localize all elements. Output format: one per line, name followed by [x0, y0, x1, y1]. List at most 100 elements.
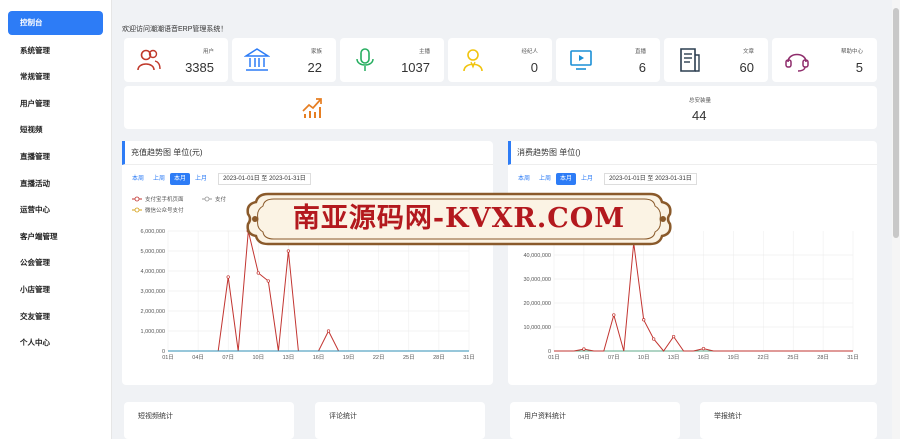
- consume-chart-panel: 消费趋势图 单位() 本周 上周 本月 上月 2023-01-01日 至 202…: [508, 141, 877, 385]
- tab-this-month[interactable]: 本月: [170, 173, 191, 185]
- x-tick-label: 16日: [313, 354, 325, 361]
- agent-icon: [463, 49, 483, 72]
- date-range-picker[interactable]: 2023-01-01日 至 2023-01-31日: [604, 173, 697, 185]
- trend-up-icon: [302, 98, 322, 118]
- stat-card-live[interactable]: 直播 6: [556, 38, 660, 82]
- x-tick-label: 25日: [787, 354, 799, 361]
- data-point: [256, 271, 260, 275]
- legend-marker: [134, 207, 140, 213]
- y-tick-label: 40,000,000: [523, 253, 551, 259]
- card-title: 短视频统计: [138, 413, 173, 420]
- panel-title: 消费趋势图 单位(): [508, 141, 877, 165]
- legend-marker: [134, 196, 140, 202]
- welcome-message: 欢迎访问潮潮语音ERP管理系统！: [122, 26, 228, 33]
- tab-this-week[interactable]: 本周: [514, 173, 534, 185]
- sidebar-item-dashboard[interactable]: 控制台: [8, 11, 103, 35]
- stat-card-help[interactable]: 帮助中心 5: [772, 38, 877, 82]
- data-point: [326, 329, 331, 333]
- stat-value: 3385: [185, 60, 214, 75]
- watermark-text: 南亚源码网-KVXR.COM: [292, 203, 626, 234]
- legend-label: 微信公众号支付: [145, 206, 184, 214]
- stat-label: 家族: [310, 49, 322, 55]
- stat-value: 5: [855, 60, 863, 75]
- x-tick-label: 04日: [578, 354, 590, 361]
- data-point: [701, 346, 706, 351]
- sidebar-item-profile[interactable]: 个人中心: [8, 330, 103, 357]
- y-tick-label: 30,000,000: [523, 277, 551, 283]
- tab-last-month[interactable]: 上月: [577, 173, 597, 185]
- page-scrollbar[interactable]: [892, 0, 900, 439]
- data-point: [642, 318, 646, 322]
- recharge-tabs: 本周 上周 本月 上月 2023-01-01日 至 2023-01-31日: [128, 172, 311, 186]
- tab-last-week[interactable]: 上周: [535, 173, 555, 185]
- sidebar-item-social[interactable]: 交友管理: [8, 304, 103, 331]
- stat-value: 22: [307, 60, 322, 75]
- sidebar: 控制台 系统管理 常规管理 用户管理 短视频 直播管理 直播活动 运营中心 客户…: [0, 0, 112, 439]
- y-tick-label: 20,000,000: [523, 301, 551, 307]
- stat-label: 经纪人: [521, 49, 538, 55]
- x-tick-label: 19日: [728, 354, 740, 361]
- x-tick-label: 07日: [222, 354, 234, 361]
- sidebar-item-general[interactable]: 常规管理: [8, 64, 103, 91]
- stat-label: 帮助中心: [840, 49, 863, 55]
- stat-card-installs[interactable]: 总安装量 44: [124, 86, 877, 129]
- stat-card-anchors[interactable]: 主播 1037: [340, 38, 444, 82]
- tab-last-month[interactable]: 上月: [191, 173, 211, 185]
- y-tick-label: 6,000,000: [141, 229, 165, 235]
- watermark-banner: 南亚源码网-KVXR.COM: [246, 190, 672, 248]
- tab-last-week[interactable]: 上周: [149, 173, 169, 185]
- scrollbar-thumb[interactable]: [893, 8, 899, 238]
- stat-value: 44: [692, 108, 707, 123]
- app: 控制台 系统管理 常规管理 用户管理 短视频 直播管理 直播活动 运营中心 客户…: [0, 0, 900, 439]
- sidebar-item-live-activity[interactable]: 直播活动: [8, 171, 103, 198]
- x-tick-label: 16日: [698, 354, 710, 361]
- x-tick-label: 13日: [668, 354, 680, 361]
- sidebar-item-users[interactable]: 用户管理: [8, 91, 103, 118]
- stat-value: 60: [739, 60, 754, 75]
- microphone-icon: [356, 48, 374, 71]
- y-tick-label: 3,000,000: [141, 289, 165, 295]
- tab-this-month[interactable]: 本月: [556, 173, 577, 185]
- stat-card-users[interactable]: 用户 3385: [124, 38, 228, 82]
- stat-label: 文章: [742, 49, 754, 55]
- data-point: [266, 279, 270, 283]
- x-tick-label: 07日: [608, 354, 620, 361]
- data-point: [226, 275, 230, 279]
- comment-stats-card: 评论统计: [315, 402, 485, 439]
- sidebar-item-live[interactable]: 直播管理: [8, 144, 103, 171]
- sidebar-item-client[interactable]: 客户端管理: [8, 224, 103, 251]
- tab-this-week[interactable]: 本周: [128, 173, 148, 185]
- x-tick-label: 01日: [162, 354, 174, 361]
- x-tick-label: 22日: [373, 354, 385, 361]
- y-tick-label: 4,000,000: [141, 269, 165, 275]
- consume-tabs: 本周 上周 本月 上月 2023-01-01日 至 2023-01-31日: [514, 172, 697, 186]
- date-range-picker[interactable]: 2023-01-01日 至 2023-01-31日: [218, 173, 311, 185]
- x-tick-label: 01日: [548, 354, 560, 361]
- data-point: [582, 347, 586, 351]
- x-tick-label: 10日: [252, 354, 264, 361]
- sidebar-item-system[interactable]: 系统管理: [8, 38, 103, 65]
- y-tick-label: 10,000,000: [523, 325, 551, 331]
- data-point: [652, 337, 656, 341]
- x-tick-label: 31日: [847, 354, 859, 361]
- sidebar-item-shop[interactable]: 小店管理: [8, 277, 103, 304]
- legend-marker: [204, 196, 210, 202]
- stat-card-articles[interactable]: 文章 60: [664, 38, 768, 82]
- sidebar-item-operations[interactable]: 运营中心: [8, 197, 103, 224]
- x-tick-label: 04日: [192, 354, 204, 361]
- sidebar-item-short-video[interactable]: 短视频: [8, 117, 103, 144]
- stat-card-agents[interactable]: 经纪人 0: [448, 38, 552, 82]
- card-title: 举报统计: [714, 413, 742, 420]
- x-tick-label: 25日: [403, 354, 415, 361]
- x-tick-label: 10日: [638, 354, 650, 361]
- headset-icon: [785, 53, 809, 72]
- data-point: [671, 334, 676, 339]
- y-tick-label: 1,000,000: [141, 329, 165, 335]
- article-icon: [680, 48, 700, 72]
- sidebar-item-guild[interactable]: 公会管理: [8, 250, 103, 277]
- play-screen-icon: [570, 50, 592, 70]
- stat-value: 0: [530, 60, 538, 75]
- stat-card-family[interactable]: 家族 22: [232, 38, 336, 82]
- legend-label: 支付: [215, 195, 227, 203]
- recharge-chart-panel: 充值趋势图 单位(元) 本周 上周 本月 上月 2023-01-01日 至 20…: [122, 141, 493, 385]
